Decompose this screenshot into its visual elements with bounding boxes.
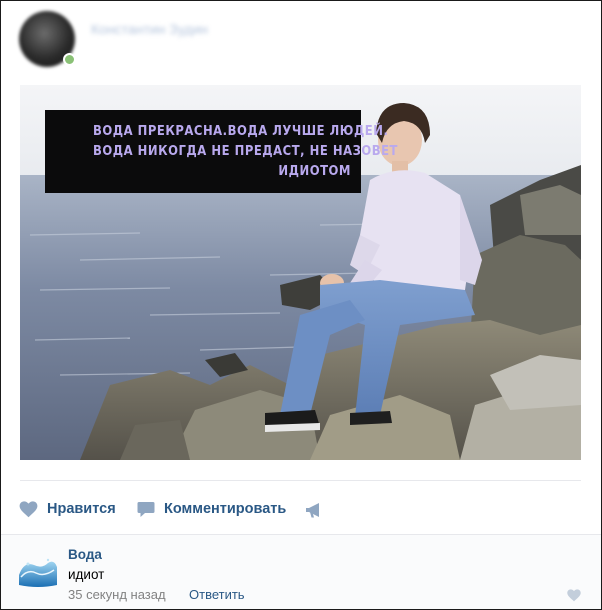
caption-box: ВОДА ПРЕКРАСНА.ВОДА ЛУЧШЕ ЛЮДЕЙ. ВОДА НИ… <box>45 110 398 193</box>
heart-icon <box>19 500 38 518</box>
like-label: Нравится <box>47 501 116 517</box>
post-photo[interactable]: ВОДА ПРЕКРАСНА.ВОДА ЛУЧШЕ ЛЮДЕЙ. ВОДА НИ… <box>20 85 581 460</box>
divider <box>20 480 581 481</box>
caption-text: ВОДА ПРЕКРАСНА.ВОДА ЛУЧШЕ ЛЮДЕЙ. ВОДА НИ… <box>93 121 398 181</box>
commenter-name[interactable]: Вода <box>68 547 102 562</box>
speech-bubble-icon <box>137 501 155 518</box>
caption-line-2: ВОДА НИКОГДА НЕ ПРЕДАСТ, НЕ НАЗОВЕТ <box>93 143 398 159</box>
comment-like-button[interactable] <box>567 589 581 607</box>
caption-line-3: ИДИОТОМ <box>278 163 351 179</box>
share-button[interactable] <box>305 499 332 521</box>
heart-icon <box>567 589 581 606</box>
comment-text: идиот <box>68 567 105 582</box>
commenter-avatar[interactable] <box>18 555 58 589</box>
author-name[interactable]: Константин Зудин <box>91 21 208 37</box>
comment-timestamp[interactable]: 35 секунд назад <box>68 587 166 602</box>
comment-label: Комментировать <box>164 501 287 517</box>
post-card: Константин Зудин ВОДА ПРЕКРАСНА.ВОДА ЛУЧ… <box>0 0 602 610</box>
megaphone-icon <box>305 502 323 519</box>
comment-button[interactable]: Комментировать <box>137 498 286 520</box>
like-button[interactable]: Нравится <box>19 498 116 520</box>
online-indicator <box>63 53 76 66</box>
caption-line-1: ВОДА ПРЕКРАСНА.ВОДА ЛУЧШЕ ЛЮДЕЙ. <box>93 123 389 139</box>
reply-link[interactable]: Ответить <box>189 587 245 602</box>
